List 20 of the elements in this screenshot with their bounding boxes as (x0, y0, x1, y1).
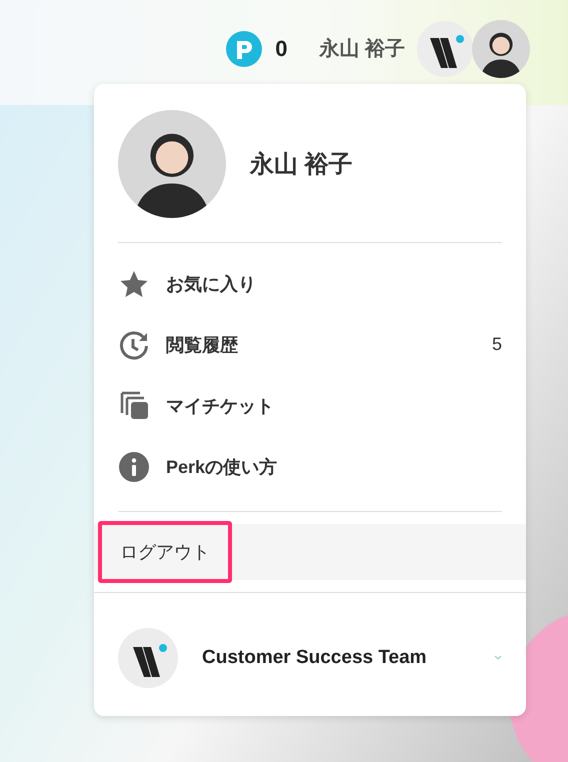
team-name: Customer Success Team (202, 647, 428, 669)
user-name: 永山 裕子 (319, 36, 405, 62)
menu-item[interactable]: Perkの使い方 (118, 436, 502, 497)
points-icon (226, 30, 262, 66)
points-count: 0 (275, 36, 288, 62)
menu-item[interactable]: 閲覧履歴 5 (118, 314, 502, 375)
info-icon (118, 450, 150, 482)
history-icon (118, 328, 150, 360)
menu-item[interactable]: マイチケット (118, 375, 502, 436)
menu-label: Perkの使い方 (166, 456, 278, 478)
menu-label: マイチケット (166, 394, 275, 418)
team-switcher[interactable]: Customer Success Team (94, 593, 526, 723)
menu-label: お気に入り (166, 272, 257, 296)
copy-icon (118, 390, 150, 422)
item-count: 5 (492, 334, 502, 355)
caret-icon (494, 655, 502, 661)
menu-item[interactable]: お気に入り (118, 253, 502, 314)
menu-label: 閲覧履歴 (166, 334, 239, 356)
profile-name: 永山 裕子 (250, 150, 353, 180)
logout-button[interactable]: ログアウト (98, 521, 232, 583)
